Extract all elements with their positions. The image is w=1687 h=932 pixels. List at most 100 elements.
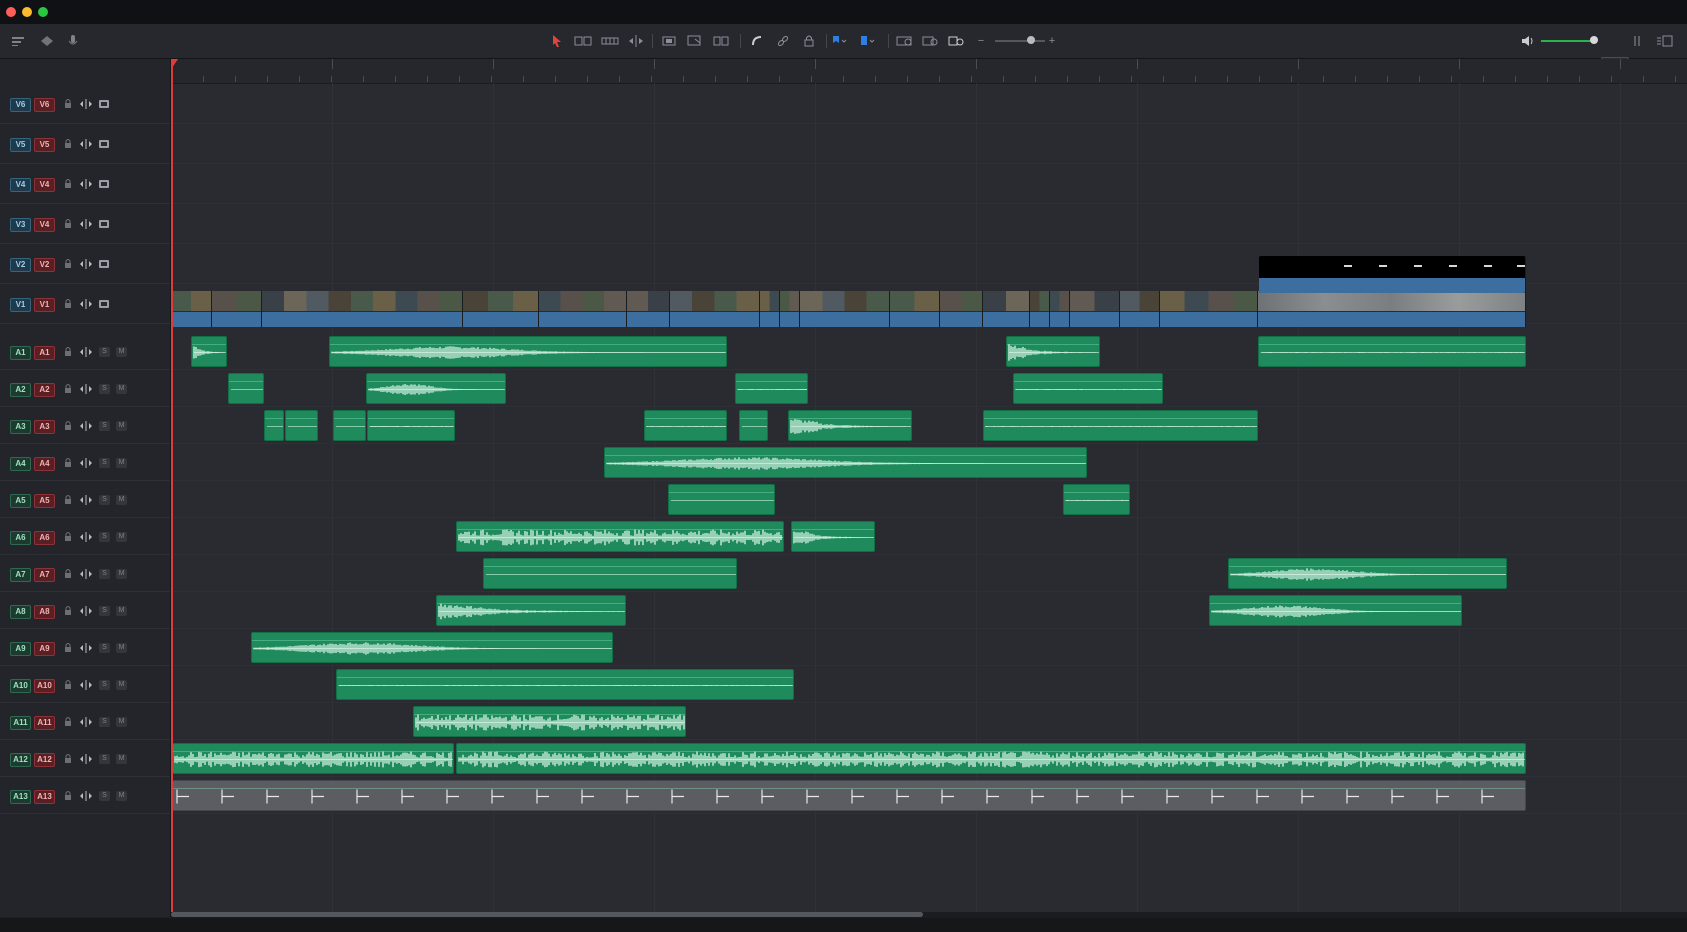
auto-select-icon[interactable] — [79, 178, 92, 190]
audio-clip[interactable] — [172, 743, 454, 774]
video-clip[interactable] — [171, 291, 212, 327]
source-track-selector[interactable]: A13 — [10, 790, 31, 804]
lock-track-icon[interactable] — [62, 605, 74, 617]
destination-track-selector[interactable]: A9 — [34, 642, 55, 656]
audio-clip[interactable] — [367, 410, 455, 441]
audio-clip[interactable] — [644, 410, 727, 441]
destination-track-selector[interactable]: A2 — [34, 383, 55, 397]
auto-select-icon[interactable] — [79, 420, 92, 432]
lock-track-icon[interactable] — [62, 531, 74, 543]
auto-select-icon[interactable] — [79, 494, 92, 506]
audio-clip[interactable] — [1063, 484, 1130, 515]
auto-select-icon[interactable] — [79, 383, 92, 395]
video-clip[interactable] — [1120, 291, 1160, 327]
horizontal-scrollbar-thumb[interactable] — [171, 912, 923, 917]
audio-clip[interactable] — [413, 706, 686, 737]
linked-selection-icon[interactable] — [774, 33, 792, 49]
destination-track-selector[interactable]: A3 — [34, 420, 55, 434]
video-clip[interactable] — [463, 291, 539, 327]
source-track-selector[interactable]: A11 — [10, 716, 31, 730]
zoom-slider-handle[interactable] — [1027, 36, 1035, 44]
auto-select-icon[interactable] — [79, 258, 92, 270]
source-track-selector[interactable]: A9 — [10, 642, 31, 656]
destination-track-selector[interactable]: A7 — [34, 568, 55, 582]
selection-tool-icon[interactable] — [548, 33, 566, 49]
source-track-selector[interactable]: V2 — [10, 258, 31, 272]
insert-clip-icon[interactable] — [660, 33, 678, 49]
solo-button[interactable]: S — [99, 791, 110, 801]
track-output-toggle-icon[interactable] — [98, 98, 110, 110]
zoom-window-button[interactable] — [38, 7, 48, 17]
zoom-slider-track[interactable] — [995, 40, 1045, 42]
audio-clip[interactable] — [191, 336, 227, 367]
video-clip[interactable] — [1030, 291, 1050, 327]
zoom-in-button[interactable]: + — [1043, 33, 1061, 49]
replace-clip-icon[interactable] — [712, 33, 730, 49]
voiceover-mic-icon[interactable] — [64, 33, 82, 49]
lock-track-icon[interactable] — [62, 98, 74, 110]
video-clip[interactable] — [670, 291, 760, 327]
source-track-selector[interactable]: A4 — [10, 457, 31, 471]
lock-track-icon[interactable] — [62, 679, 74, 691]
lock-track-icon[interactable] — [62, 258, 74, 270]
zoom-full-extent-icon[interactable] — [896, 33, 914, 49]
lock-track-icon[interactable] — [62, 642, 74, 654]
solo-button[interactable]: S — [99, 569, 110, 579]
video-clip[interactable] — [940, 291, 983, 327]
source-track-selector[interactable]: V5 — [10, 138, 31, 152]
playhead-line[interactable] — [171, 59, 173, 917]
solo-button[interactable]: S — [99, 606, 110, 616]
mute-button[interactable]: M — [116, 791, 127, 801]
audio-clip[interactable] — [1209, 595, 1462, 626]
snapping-toggle-icon[interactable] — [748, 33, 766, 49]
playhead-handle[interactable] — [171, 59, 178, 68]
destination-track-selector[interactable]: V6 — [34, 98, 55, 112]
track-output-toggle-icon[interactable] — [98, 298, 110, 310]
audio-clip[interactable] — [285, 410, 318, 441]
destination-track-selector[interactable]: A5 — [34, 494, 55, 508]
video-clip[interactable] — [800, 291, 890, 327]
destination-track-selector[interactable]: V1 — [34, 298, 55, 312]
timeline-area[interactable] — [171, 59, 1687, 917]
solo-button[interactable]: S — [99, 717, 110, 727]
destination-track-selector[interactable]: V4 — [34, 218, 55, 232]
audio-clip[interactable] — [366, 373, 506, 404]
lock-track-icon[interactable] — [62, 138, 74, 150]
destination-track-selector[interactable]: A12 — [34, 753, 55, 767]
source-track-selector[interactable]: A6 — [10, 531, 31, 545]
speaker-icon[interactable] — [1519, 33, 1537, 49]
video-clip[interactable] — [1070, 291, 1120, 327]
video-clip[interactable] — [539, 291, 627, 327]
track-output-toggle-icon[interactable] — [98, 178, 110, 190]
auto-select-icon[interactable] — [79, 753, 92, 765]
destination-track-selector[interactable]: V5 — [34, 138, 55, 152]
overwrite-clip-icon[interactable] — [686, 33, 704, 49]
destination-track-selector[interactable]: A11 — [34, 716, 55, 730]
video-clip[interactable] — [890, 291, 940, 327]
lock-track-icon[interactable] — [62, 457, 74, 469]
audio-clip[interactable] — [739, 410, 768, 441]
trim-edit-tool-icon[interactable] — [574, 33, 592, 49]
source-track-selector[interactable]: A2 — [10, 383, 31, 397]
mute-button[interactable]: M — [116, 680, 127, 690]
video-clip[interactable] — [1050, 291, 1070, 327]
snapping-mode-icon[interactable] — [38, 33, 56, 49]
auto-select-icon[interactable] — [79, 346, 92, 358]
auto-select-icon[interactable] — [79, 218, 92, 230]
mute-button[interactable]: M — [116, 495, 127, 505]
timeline-view-options-icon[interactable] — [10, 33, 28, 49]
lock-track-icon[interactable] — [62, 178, 74, 190]
mute-button[interactable]: M — [116, 606, 127, 616]
solo-button[interactable]: S — [99, 495, 110, 505]
track-output-toggle-icon[interactable] — [98, 218, 110, 230]
destination-track-selector[interactable]: V2 — [34, 258, 55, 272]
audio-clip[interactable] — [251, 632, 613, 663]
video-clip[interactable] — [212, 291, 262, 327]
solo-button[interactable]: S — [99, 347, 110, 357]
destination-track-selector[interactable]: A6 — [34, 531, 55, 545]
track-output-toggle-icon[interactable] — [98, 258, 110, 270]
video-clip-v2[interactable] — [1259, 256, 1526, 293]
audio-clip[interactable] — [668, 484, 775, 515]
lock-track-icon[interactable] — [62, 790, 74, 802]
audio-clip[interactable] — [1258, 336, 1526, 367]
